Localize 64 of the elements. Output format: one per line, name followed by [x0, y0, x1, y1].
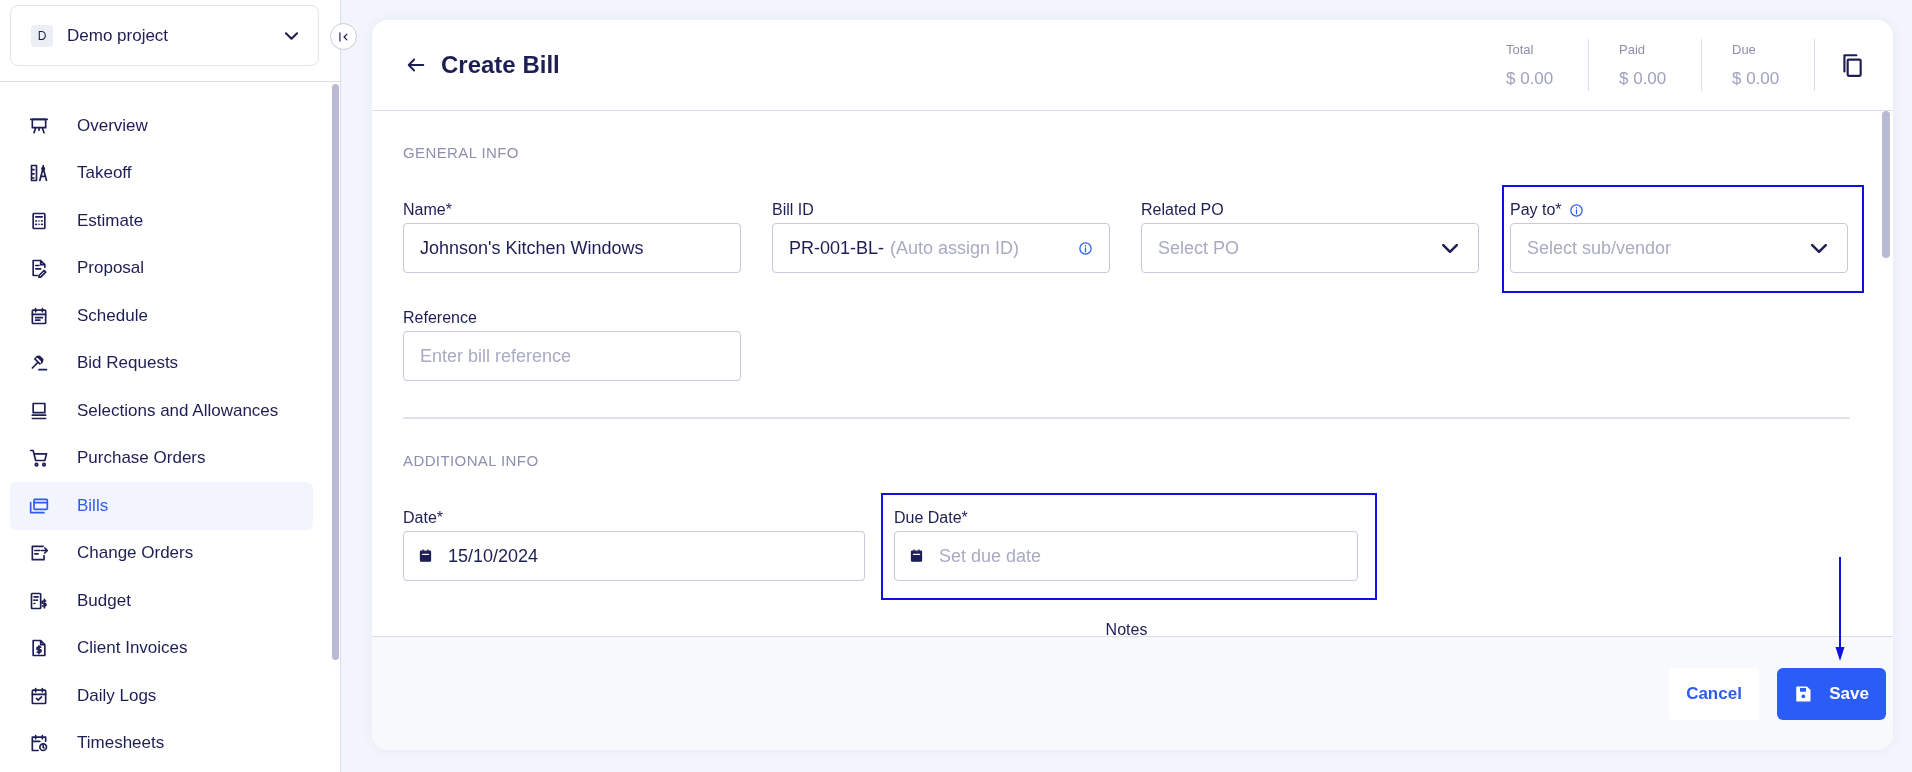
calendar-check-icon	[29, 685, 49, 706]
sidebar-item[interactable]: Schedule	[10, 292, 313, 340]
info-icon	[1078, 240, 1093, 256]
sidebar-item[interactable]: Change Orders	[10, 529, 313, 577]
field-label: Date*	[403, 509, 444, 527]
monitor-icon	[29, 400, 49, 421]
gavel-icon	[29, 353, 49, 374]
field-label: Bill ID	[772, 201, 814, 219]
sidebar-item[interactable]: Takeoff	[10, 149, 313, 197]
project-avatar: D	[31, 24, 53, 47]
date-field[interactable]: Set due date	[894, 531, 1358, 581]
scrollbar-thumb[interactable]	[1882, 111, 1890, 258]
total-value: $ 0.00	[1506, 68, 1555, 89]
total-label: Total	[1506, 41, 1535, 57]
field-label: Due Date*	[894, 509, 968, 527]
calendar-icon	[29, 305, 49, 326]
sidebar-item[interactable]: Estimate	[10, 197, 313, 245]
calculator-icon	[29, 210, 49, 231]
calendar-clock-icon	[29, 733, 49, 754]
field-label: Reference	[403, 309, 477, 327]
sidebar-item[interactable]: Client Invoices	[10, 624, 313, 672]
sidebar-item[interactable]: Proposal	[10, 244, 313, 292]
chevron-down-icon	[1811, 243, 1827, 253]
section-heading: ADDITIONAL INFO	[403, 452, 540, 469]
sidebar-item[interactable]: Bills	[10, 482, 313, 530]
chevron-down-icon	[285, 31, 298, 40]
field-label: Name*	[403, 201, 452, 219]
total-value: $ 0.00	[1732, 68, 1781, 89]
cancel-button[interactable]: Cancel	[1669, 667, 1759, 720]
total-label: Paid	[1619, 41, 1647, 57]
id-placeholder: (Auto assign ID)	[890, 237, 1020, 258]
document-arrow-icon	[29, 543, 49, 564]
scrollbar-thumb[interactable]	[332, 84, 339, 660]
page-title: Create Bill	[441, 51, 561, 79]
id-field[interactable]: PR-001-BL- (Auto assign ID)	[772, 223, 1110, 273]
input-field[interactable]: Johnson's Kitchen Windows	[403, 223, 741, 273]
sidebar-item[interactable]: Selections and Allowances	[10, 387, 313, 435]
sidebar-item[interactable]: Daily Logs	[10, 672, 313, 720]
project-selector[interactable]: D Demo project	[10, 5, 319, 66]
sidebar-item[interactable]: Overview	[10, 102, 313, 150]
calculator-dollar-icon	[29, 590, 49, 611]
sidebar-item[interactable]: Timesheets	[10, 719, 313, 767]
total-value: $ 0.00	[1619, 68, 1668, 89]
ruler-compass-icon	[29, 163, 49, 184]
field-label: Related PO	[1141, 201, 1224, 219]
sidebar-item[interactable]: Bid Requests	[10, 339, 313, 387]
document-pen-icon	[29, 258, 49, 279]
sidebar-item[interactable]: Budget	[10, 577, 313, 625]
save-button[interactable]: Save	[1777, 667, 1886, 720]
calendar-icon	[909, 548, 924, 563]
project-name: Demo project	[67, 25, 170, 46]
notes-label: Notes	[1104, 621, 1149, 636]
total-label: Due	[1732, 41, 1757, 57]
dollar-document-icon	[29, 638, 49, 659]
date-field[interactable]: 15/10/2024	[403, 531, 865, 581]
cart-icon	[29, 448, 49, 469]
chevron-down-icon	[1442, 243, 1458, 253]
field-label: Pay to*	[1510, 201, 1562, 219]
sidebar-item[interactable]: Purchase Orders	[10, 434, 313, 482]
input-field[interactable]: Enter bill reference	[403, 331, 741, 381]
section-heading: GENERAL INFO	[403, 144, 520, 161]
collapse-button[interactable]	[330, 23, 357, 50]
calendar-icon	[418, 548, 433, 563]
id-prefix: PR-001-BL-	[789, 237, 885, 258]
